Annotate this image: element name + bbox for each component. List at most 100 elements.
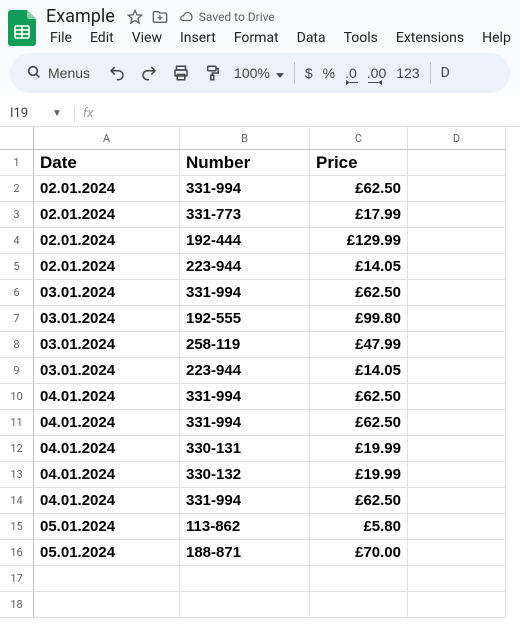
cell[interactable]: £62.50 [310, 176, 408, 202]
cell[interactable]: £14.05 [310, 254, 408, 280]
cell[interactable] [310, 592, 408, 618]
cell[interactable]: Price [310, 150, 408, 176]
currency-button[interactable]: $ [301, 58, 317, 88]
cell[interactable]: 223-944 [180, 254, 310, 280]
row-header[interactable]: 11 [0, 410, 34, 436]
row-header[interactable]: 14 [0, 488, 34, 514]
paint-format-button[interactable] [198, 58, 228, 88]
cell[interactable]: 331-994 [180, 280, 310, 306]
doc-title[interactable]: Example [42, 6, 119, 27]
cell[interactable] [408, 462, 506, 488]
menu-tools[interactable]: Tools [336, 27, 386, 49]
cell[interactable]: £70.00 [310, 540, 408, 566]
cell[interactable]: £62.50 [310, 384, 408, 410]
name-box[interactable]: I19 [0, 106, 44, 121]
cell[interactable]: 330-131 [180, 436, 310, 462]
cell[interactable]: Date [34, 150, 180, 176]
menu-extensions[interactable]: Extensions [388, 27, 472, 49]
row-header[interactable]: 5 [0, 254, 34, 280]
cell[interactable]: 192-555 [180, 306, 310, 332]
cell[interactable]: 03.01.2024 [34, 306, 180, 332]
cell[interactable] [180, 592, 310, 618]
cell[interactable]: 04.01.2024 [34, 410, 180, 436]
cell[interactable]: 192-444 [180, 228, 310, 254]
cell[interactable]: 04.01.2024 [34, 488, 180, 514]
cell[interactable]: £62.50 [310, 280, 408, 306]
star-icon[interactable] [127, 9, 143, 25]
print-button[interactable] [166, 58, 196, 88]
cell[interactable]: £17.99 [310, 202, 408, 228]
row-header[interactable]: 12 [0, 436, 34, 462]
col-header-a[interactable]: A [34, 127, 180, 150]
cell[interactable]: Number [180, 150, 310, 176]
cell[interactable] [34, 566, 180, 592]
cell[interactable] [408, 332, 506, 358]
row-header[interactable]: 16 [0, 540, 34, 566]
menu-format[interactable]: Format [226, 27, 287, 49]
cell[interactable] [310, 566, 408, 592]
row-header[interactable]: 1 [0, 150, 34, 176]
cell[interactable] [408, 358, 506, 384]
decrease-decimals-button[interactable]: .0 [341, 58, 361, 88]
cell[interactable] [408, 280, 506, 306]
row-header[interactable]: 13 [0, 462, 34, 488]
cell[interactable] [34, 592, 180, 618]
row-header[interactable]: 8 [0, 332, 34, 358]
cell[interactable] [408, 410, 506, 436]
number-format-dropdown[interactable]: 123 [392, 58, 423, 88]
cell[interactable] [408, 488, 506, 514]
cell[interactable] [408, 306, 506, 332]
cell[interactable]: 258-119 [180, 332, 310, 358]
row-header[interactable]: 3 [0, 202, 34, 228]
cell[interactable]: 03.01.2024 [34, 358, 180, 384]
cell[interactable] [408, 540, 506, 566]
cell[interactable]: 02.01.2024 [34, 176, 180, 202]
cell[interactable]: 188-871 [180, 540, 310, 566]
cell[interactable]: £129.99 [310, 228, 408, 254]
menu-help[interactable]: Help [474, 27, 519, 49]
cell[interactable] [408, 592, 506, 618]
cell[interactable] [408, 254, 506, 280]
cell[interactable]: £14.05 [310, 358, 408, 384]
cell[interactable] [408, 436, 506, 462]
search-menus-button[interactable]: Menus [16, 60, 100, 87]
cell[interactable] [408, 384, 506, 410]
menu-view[interactable]: View [124, 27, 170, 49]
cell[interactable]: £99.80 [310, 306, 408, 332]
cell[interactable]: 05.01.2024 [34, 540, 180, 566]
row-header[interactable]: 10 [0, 384, 34, 410]
cell[interactable]: 331-773 [180, 202, 310, 228]
cell[interactable]: 03.01.2024 [34, 332, 180, 358]
row-header[interactable]: 15 [0, 514, 34, 540]
undo-button[interactable] [102, 58, 132, 88]
col-header-c[interactable]: C [310, 127, 408, 150]
cell[interactable]: £19.99 [310, 436, 408, 462]
cell[interactable]: £62.50 [310, 410, 408, 436]
cell[interactable]: 113-862 [180, 514, 310, 540]
cell[interactable]: 331-994 [180, 410, 310, 436]
menu-data[interactable]: Data [289, 27, 334, 49]
cell[interactable]: 04.01.2024 [34, 462, 180, 488]
formula-bar[interactable] [98, 101, 520, 126]
col-header-d[interactable]: D [408, 127, 506, 150]
move-icon[interactable] [151, 9, 169, 25]
cell[interactable] [408, 202, 506, 228]
menu-file[interactable]: File [42, 27, 80, 49]
increase-decimals-button[interactable]: .00 [363, 58, 390, 88]
cell[interactable]: 330-132 [180, 462, 310, 488]
cloud-icon[interactable] [177, 10, 195, 24]
sheets-logo-icon[interactable] [8, 10, 36, 50]
row-header[interactable]: 2 [0, 176, 34, 202]
cell[interactable]: 03.01.2024 [34, 280, 180, 306]
zoom-dropdown[interactable]: 100% [230, 58, 288, 88]
menu-insert[interactable]: Insert [172, 27, 224, 49]
cell[interactable]: 04.01.2024 [34, 436, 180, 462]
cell[interactable]: 04.01.2024 [34, 384, 180, 410]
chevron-down-icon[interactable]: ▼ [44, 108, 70, 119]
cell[interactable]: 02.01.2024 [34, 202, 180, 228]
cell[interactable] [408, 514, 506, 540]
cell[interactable]: £62.50 [310, 488, 408, 514]
cell[interactable] [408, 176, 506, 202]
row-header[interactable]: 17 [0, 566, 34, 592]
row-header[interactable]: 6 [0, 280, 34, 306]
